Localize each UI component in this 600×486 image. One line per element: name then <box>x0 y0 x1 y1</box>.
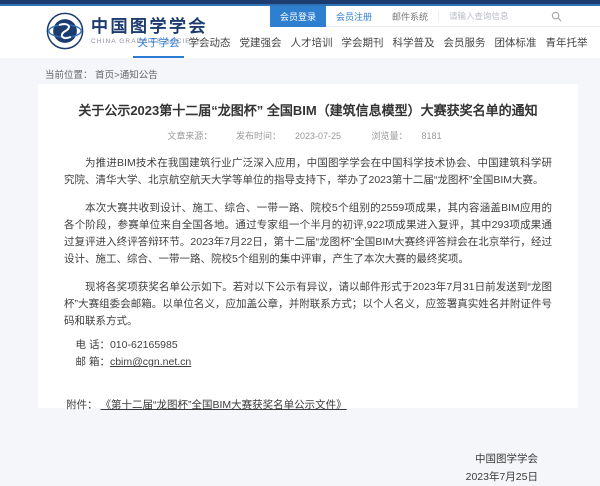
mail-system-link[interactable]: 邮件系统 <box>382 10 439 23</box>
nav-item-youth-support[interactable]: 青年托举 <box>541 28 592 58</box>
nav-item-about[interactable]: 关于学会 <box>133 28 184 58</box>
email-link[interactable]: cbim@cgn.net.cn <box>110 356 191 368</box>
nav-item-training[interactable]: 人才培训 <box>286 28 337 58</box>
member-login-button[interactable]: 会员登录 <box>270 6 326 27</box>
society-emblem-icon <box>46 12 84 50</box>
article-paragraph-1: 为推进BIM技术在我国建筑行业广泛深入应用，中国图学学会在中国科学技术协会、中国… <box>64 155 552 189</box>
nav-item-member-services[interactable]: 会员服务 <box>439 28 490 58</box>
utility-bar: 会员登录 会员注册 邮件系统 <box>270 6 600 27</box>
article-view-count: 浏览量：8181 <box>365 131 449 141</box>
breadcrumb-current[interactable]: 通知公告 <box>120 70 158 81</box>
nav-item-party-building[interactable]: 党建强会 <box>235 28 286 58</box>
breadcrumb-label: 当前位置： <box>45 70 93 81</box>
email-label: 邮 箱： <box>76 356 110 368</box>
article-publish-time: 发布时间：2023-07-25 <box>229 131 348 141</box>
search-icon[interactable] <box>551 11 562 22</box>
article-meta: 文章来源： 发布时间：2023-07-25 浏览量：8181 <box>64 129 552 142</box>
nav-item-science-popularization[interactable]: 科学普及 <box>388 28 439 58</box>
phone-number: 010-62165985 <box>110 339 178 351</box>
article-source-label: 文章来源： <box>167 131 212 141</box>
nav-item-group-standards[interactable]: 团体标准 <box>490 28 541 58</box>
attachment-link[interactable]: 《第十二届“龙图杯”全国BIM大赛获奖名单公示文件》 <box>101 399 347 411</box>
site-header: 中国图学学会 CHINA GRAPHICS SOCIETY 会员登录 会员注册 … <box>0 6 600 58</box>
page-title: 关于公示2023第十二届“龙图杯” 全国BIM（建筑信息模型）大赛获奖名单的通知 <box>70 102 546 120</box>
main-nav: 关于学会 学会动态 党建强会 人才培训 学会期刊 科学普及 会员服务 团体标准 … <box>133 28 592 58</box>
nav-item-journal[interactable]: 学会期刊 <box>337 28 388 58</box>
page: { "colors": { "navy": "#1c3b6f", "accent… <box>0 0 600 408</box>
article-panel: 关于公示2023第十二届“龙图杯” 全国BIM（建筑信息模型）大赛获奖名单的通知… <box>38 84 578 408</box>
contact-email-line: 邮 箱：cbim@cgn.net.cn <box>64 354 552 371</box>
contact-phone-line: 电 话：010-62165985 <box>64 337 552 354</box>
attachment-label: 附件： <box>66 399 98 411</box>
breadcrumb-home-link[interactable]: 首页 <box>95 70 114 81</box>
search-input[interactable] <box>447 10 547 22</box>
signature-org: 中国图学学会 <box>64 450 538 468</box>
phone-label: 电 话： <box>76 339 110 351</box>
article-paragraph-2: 本次大赛共收到设计、施工、综合、一带一路、院校5个组别的2559项成果，其内容涵… <box>64 200 552 268</box>
member-register-link[interactable]: 会员注册 <box>326 10 382 23</box>
signature-block: 中国图学学会 2023年7月25日 <box>64 450 552 486</box>
attachment-line: 附件： 《第十二届“龙图杯”全国BIM大赛获奖名单公示文件》 <box>64 397 552 412</box>
signature-date: 2023年7月25日 <box>64 468 538 486</box>
breadcrumb: 当前位置： 首页>通知公告 <box>0 58 600 84</box>
nav-item-news[interactable]: 学会动态 <box>184 28 235 58</box>
article-paragraph-3: 现将各奖项获奖名单公示如下。若对以下公示有异议，请以邮件形式于2023年7月31… <box>64 279 552 330</box>
